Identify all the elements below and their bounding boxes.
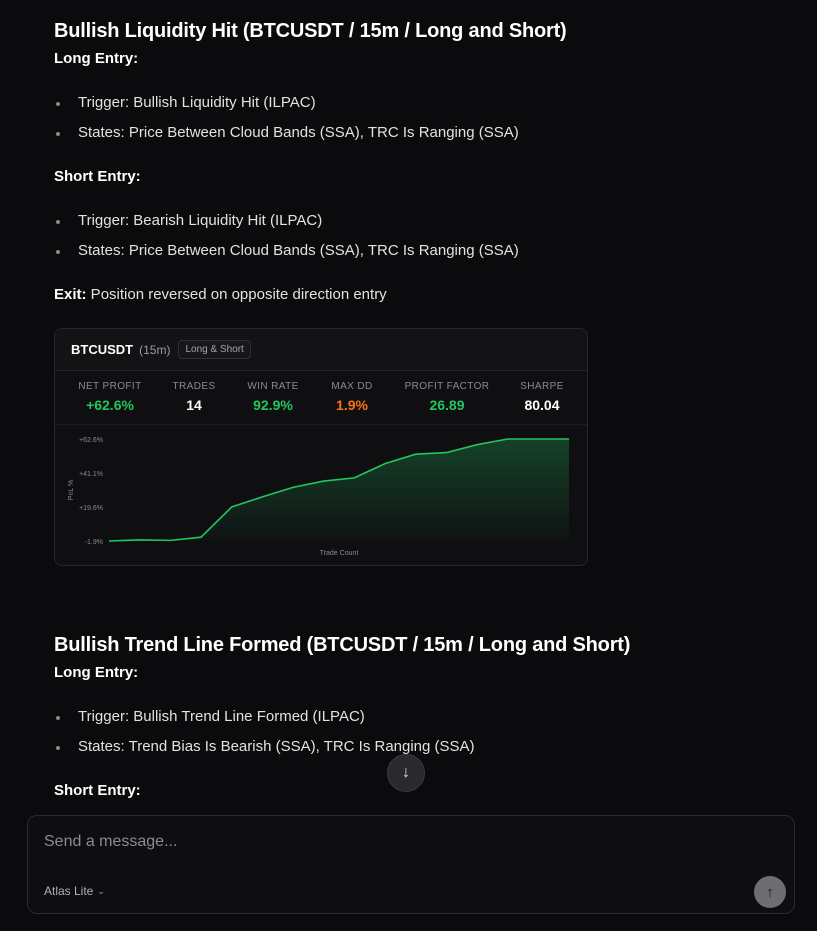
stat-net-profit: NET PROFIT +62.6% <box>65 381 155 413</box>
stat-max-dd: MAX DD 1.9% <box>307 381 397 413</box>
exit-label: Exit: <box>54 286 87 303</box>
y-tick-label: -1.9% <box>85 539 103 546</box>
card-header: BTCUSDT (15m) Long & Short <box>55 329 587 371</box>
section-title: Bullish Trend Line Formed (BTCUSDT / 15m… <box>54 634 631 656</box>
list-item: Trigger: Bullish Trend Line Formed (ILPA… <box>56 708 365 725</box>
stat-value: 80.04 <box>524 397 560 413</box>
stat-label: MAX DD <box>331 381 373 392</box>
stat-value: 92.9% <box>253 397 293 413</box>
model-name: Atlas Lite <box>44 884 94 898</box>
scroll-to-bottom-button[interactable]: ↓ <box>387 754 425 792</box>
list-item: States: Price Between Cloud Bands (SSA),… <box>56 124 519 141</box>
pnl-chart: +62.6% +41.1% +19.6% -1.9% Trade Count PnL % <box>68 437 569 557</box>
stat-sharpe: SHARPE 80.04 <box>497 381 587 413</box>
short-entry-label: Short Entry: <box>54 168 141 185</box>
model-selector[interactable]: Atlas Lite ⌄ <box>44 884 105 898</box>
arrow-down-icon: ↓ <box>402 764 410 781</box>
backtest-card: BTCUSDT (15m) Long & Short NET PROFIT +6… <box>54 328 588 566</box>
message-composer: Atlas Lite ⌄ ↑ <box>27 815 795 914</box>
stat-value: 1.9% <box>336 397 368 413</box>
timeframe-label: (15m) <box>139 342 171 357</box>
exit-text: Position reversed on opposite direction … <box>86 286 387 303</box>
list-item: Trigger: Bullish Liquidity Hit (ILPAC) <box>56 94 316 111</box>
send-button[interactable]: ↑ <box>754 876 786 908</box>
long-entry-label: Long Entry: <box>54 664 139 681</box>
stat-label: PROFIT FACTOR <box>404 381 490 392</box>
y-tick-label: +62.6% <box>79 437 103 444</box>
stat-win-rate: WIN RATE 92.9% <box>228 381 318 413</box>
exit-line: Exit: Position reversed on opposite dire… <box>54 286 387 303</box>
mode-badge: Long & Short <box>178 340 251 359</box>
section-title: Bullish Liquidity Hit (BTCUSDT / 15m / L… <box>54 20 567 42</box>
symbol-label: BTCUSDT <box>71 342 134 357</box>
stat-label: SHARPE <box>520 381 564 392</box>
pnl-area <box>109 439 569 541</box>
stat-trades: TRADES 14 <box>149 381 239 413</box>
stat-label: NET PROFIT <box>78 381 142 392</box>
message-input[interactable] <box>44 830 734 854</box>
list-item: States: Price Between Cloud Bands (SSA),… <box>56 242 519 259</box>
stat-label: TRADES <box>172 381 216 392</box>
list-item: Trigger: Bearish Liquidity Hit (ILPAC) <box>55 212 323 229</box>
y-tick-label: +41.1% <box>79 471 103 478</box>
stats-row: NET PROFIT +62.6% TRADES 14 WIN RATE 92.… <box>55 371 587 425</box>
long-entry-label: Long Entry: <box>54 50 139 67</box>
stat-label: WIN RATE <box>247 381 299 392</box>
x-axis-label: Trade Count <box>320 550 359 557</box>
stat-value: 26.89 <box>429 397 465 413</box>
arrow-up-icon: ↑ <box>766 883 774 901</box>
list-item: States: Trend Bias Is Bearish (SSA), TRC… <box>56 738 475 755</box>
short-entry-label: Short Entry: <box>54 782 141 799</box>
chevron-down-icon: ⌄ <box>97 885 105 896</box>
stat-value: 14 <box>186 397 202 413</box>
stat-profit-factor: PROFIT FACTOR 26.89 <box>402 381 492 413</box>
stat-value: +62.6% <box>86 397 134 413</box>
y-tick-label: +19.6% <box>79 505 103 512</box>
y-axis-label: PnL % <box>68 480 75 500</box>
